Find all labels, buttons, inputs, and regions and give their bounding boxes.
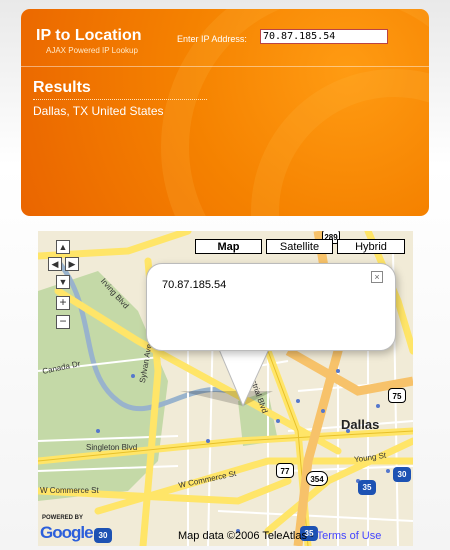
lookup-panel: IP to Location AJAX Powered IP Lookup En… xyxy=(21,9,429,216)
pan-left-icon[interactable]: ◀ xyxy=(48,257,62,271)
pan-down-icon[interactable]: ▼ xyxy=(56,275,70,289)
app-title: IP to Location xyxy=(36,27,142,44)
map-copyright: Map data ©2006 TeleAtlas - Terms of Use xyxy=(178,530,381,542)
pan-up-icon[interactable]: ▲ xyxy=(56,240,70,254)
ip-address-label: Enter IP Address: xyxy=(177,34,247,44)
ip-address-input[interactable]: 70.87.185.54 xyxy=(260,29,388,44)
info-window-ip: 70.87.185.54 xyxy=(162,279,227,291)
pan-right-icon[interactable]: ▶ xyxy=(65,257,79,271)
zoom-in-button[interactable]: + xyxy=(56,296,70,310)
map-type-map-button[interactable]: Map xyxy=(195,239,262,254)
google-logo[interactable]: Google xyxy=(40,523,94,543)
highway-shield-icon: 75 xyxy=(388,388,406,403)
powered-by-label: POWERED BY xyxy=(42,515,84,521)
map-type-satellite-button[interactable]: Satellite xyxy=(266,239,333,254)
info-window: 70.87.185.54 × xyxy=(146,263,396,351)
highway-shield-icon: 30 xyxy=(94,528,112,543)
highway-shield-icon: 30 xyxy=(393,467,411,482)
header-divider xyxy=(21,66,429,67)
highway-shield-icon: 77 xyxy=(276,463,294,478)
map-copyright-text: Map data ©2006 TeleAtlas - xyxy=(178,530,314,542)
zoom-out-button[interactable]: − xyxy=(56,315,70,329)
map-label-dallas: Dallas xyxy=(341,417,380,432)
highway-shield-icon: 354 xyxy=(306,471,328,486)
terms-of-use-link[interactable]: Terms of Use xyxy=(317,530,382,542)
close-icon[interactable]: × xyxy=(371,271,383,283)
results-heading: Results xyxy=(33,79,207,100)
map-view[interactable]: Irving Blvd Sylvan Ave Canada Dr Singlet… xyxy=(38,231,413,546)
app-subtitle: AJAX Powered IP Lookup xyxy=(46,46,138,55)
results-location: Dallas, TX United States xyxy=(33,104,164,118)
map-label-commerce-st: W Commerce St xyxy=(40,486,99,495)
map-type-hybrid-button[interactable]: Hybrid xyxy=(337,239,405,254)
highway-shield-icon: 35 xyxy=(358,480,376,495)
map-label-singleton-blvd: Singleton Blvd xyxy=(86,443,138,452)
